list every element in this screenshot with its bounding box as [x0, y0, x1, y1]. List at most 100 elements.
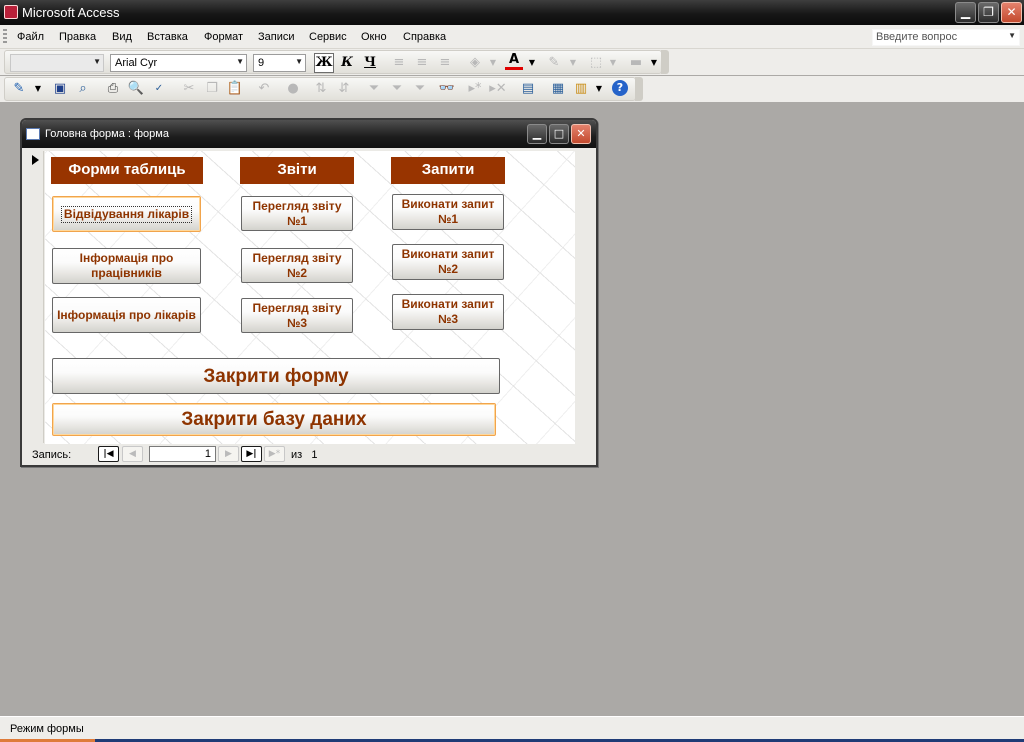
apply-filter-icon[interactable]: ⏷ [411, 80, 429, 98]
align-right-icon[interactable]: ≡ [436, 54, 454, 72]
report-1-button[interactable]: Перегляд звіту №1 [241, 196, 353, 231]
doctor-visits-button[interactable]: Відвідування лікарів [52, 196, 201, 232]
menu-insert[interactable]: Вставка [147, 31, 188, 43]
header-table-forms: Форми таблиць [51, 157, 203, 184]
form-title-bar: Головна форма : форма ▁ □ ✕ [22, 120, 596, 148]
sort-descending-icon[interactable]: ⇵ [335, 80, 353, 98]
font-color-icon[interactable]: A [505, 53, 523, 70]
chevron-down-icon[interactable]: ▼ [564, 54, 582, 72]
border-icon[interactable]: ⬚ [587, 54, 605, 72]
chevron-down-icon: ▼ [93, 57, 101, 66]
line-color-icon[interactable]: ✎ [545, 54, 563, 72]
find-icon[interactable]: 👓 [438, 80, 456, 98]
chevron-down-icon[interactable]: ▼ [29, 80, 47, 98]
italic-button[interactable]: К [338, 54, 356, 72]
menu-file[interactable]: Файл [17, 31, 44, 43]
menu-window[interactable]: Окно [361, 31, 387, 43]
database-window-icon[interactable]: ▦ [549, 80, 567, 98]
chevron-down-icon[interactable]: ▼ [590, 80, 608, 98]
font-size-combo[interactable]: 9 ▼ [253, 54, 306, 72]
insert-hyperlink-icon[interactable]: ● [284, 80, 302, 98]
first-record-button[interactable]: |◀ [98, 446, 119, 462]
access-key-icon[interactable] [4, 5, 18, 19]
toolbar-options-icon[interactable] [635, 77, 643, 101]
undo-icon[interactable]: ↶ [255, 80, 273, 98]
menu-edit[interactable]: Правка [59, 31, 96, 43]
last-record-button[interactable]: ▶| [241, 446, 262, 462]
minimize-icon: ▁ [532, 127, 542, 140]
align-center-icon[interactable]: ≡ [413, 54, 431, 72]
record-of-label: из 1 [291, 449, 318, 461]
minimize-button[interactable]: ▁ [955, 2, 976, 23]
save-icon[interactable]: ▣ [51, 80, 69, 98]
help-icon[interactable]: ? [612, 80, 628, 96]
new-record-button[interactable]: ▶* [264, 446, 285, 462]
next-record-button[interactable]: ▶ [218, 446, 239, 462]
chevron-down-icon[interactable]: ▼ [1008, 31, 1016, 40]
query-2-button[interactable]: Виконати запит №2 [392, 244, 504, 280]
object-combo[interactable]: ▼ [10, 54, 104, 72]
filter-by-form-icon[interactable]: ⏷ [388, 80, 406, 98]
close-button[interactable]: ✕ [1001, 2, 1022, 23]
close-icon: ✕ [1006, 5, 1017, 19]
doctor-info-button[interactable]: Інформація про лікарів [52, 297, 201, 333]
align-left-icon[interactable]: ≡ [390, 54, 408, 72]
fill-color-icon[interactable]: ◈ [466, 54, 484, 72]
properties-icon[interactable]: ▤ [519, 80, 537, 98]
bold-button[interactable]: Ж [314, 53, 334, 73]
maximize-icon: □ [553, 127, 565, 140]
restore-button[interactable]: ❐ [978, 2, 999, 23]
status-mode: Режим формы [10, 723, 84, 735]
menu-grip-icon[interactable] [3, 29, 7, 45]
of-word: из [291, 449, 303, 461]
new-object-icon[interactable]: ▥ [572, 80, 590, 98]
menu-format[interactable]: Формат [204, 31, 243, 43]
new-record-icon[interactable]: ▸* [466, 80, 484, 98]
query-3-button[interactable]: Виконати запит №3 [392, 294, 504, 330]
menu-tools[interactable]: Сервис [309, 31, 347, 43]
toolbar-options-icon[interactable] [661, 50, 669, 74]
form-view-toolbar: ✎ ▼ ▣ ⌕ ⎙ 🔍 ✓ ✂ ❐ 📋 ↶ ● ⇅ ⇵ ⏷ ⏷ ⏷ 👓 ▸* ▸… [0, 76, 1024, 102]
report-3-button[interactable]: Перегляд звіту №3 [241, 298, 353, 333]
copy-icon[interactable]: ❐ [203, 80, 221, 98]
sort-ascending-icon[interactable]: ⇅ [312, 80, 330, 98]
app-title: Microsoft Access [22, 5, 120, 20]
menu-records[interactable]: Записи [258, 31, 295, 43]
view-icon[interactable]: ✎ [10, 80, 28, 98]
next-record-icon: ▶ [225, 449, 232, 459]
form-minimize-button[interactable]: ▁ [527, 124, 547, 144]
chevron-down-icon[interactable]: ▼ [604, 54, 622, 72]
help-question-box[interactable]: Введите вопрос ▼ [872, 29, 1020, 46]
record-selector[interactable] [28, 151, 44, 443]
close-database-button[interactable]: Закрити базу даних [52, 403, 496, 436]
spelling-icon[interactable]: ✓ [150, 80, 168, 98]
formatting-toolbar: ▼ Arial Cyr ▼ 9 ▼ Ж К Ч ≡ ≡ ≡ ◈ ▼ A ▼ ✎ … [0, 49, 1024, 121]
font-name-combo[interactable]: Arial Cyr ▼ [110, 54, 247, 72]
chevron-down-icon[interactable]: ▼ [523, 54, 541, 72]
previous-record-button[interactable]: ◀ [122, 446, 143, 462]
menu-view[interactable]: Вид [112, 31, 132, 43]
form-icon[interactable] [26, 128, 40, 140]
report-2-button[interactable]: Перегляд звіту №2 [241, 248, 353, 283]
chevron-down-icon: ▼ [236, 57, 244, 66]
menu-help[interactable]: Справка [403, 31, 446, 43]
line-width-icon[interactable]: ▬ [627, 54, 645, 72]
query-1-button[interactable]: Виконати запит №1 [392, 194, 504, 230]
print-preview-icon[interactable]: 🔍 [127, 80, 145, 98]
file-search-icon[interactable]: ⌕ [74, 80, 92, 98]
close-form-button[interactable]: Закрити форму [52, 358, 500, 394]
filter-by-selection-icon[interactable]: ⏷ [365, 80, 383, 98]
form-detail-section: Форми таблиць Звіти Запити Відвідування … [45, 151, 575, 444]
underline-button[interactable]: Ч [361, 54, 379, 72]
form-close-button[interactable]: ✕ [571, 124, 591, 144]
current-record-field[interactable]: 1 [149, 446, 216, 462]
paste-icon[interactable]: 📋 [226, 80, 244, 98]
chevron-down-icon[interactable]: ▼ [484, 54, 502, 72]
print-icon[interactable]: ⎙ [104, 80, 122, 98]
font-size-value: 9 [258, 57, 265, 69]
current-record-icon [32, 155, 39, 165]
delete-record-icon[interactable]: ▸✕ [489, 80, 507, 98]
form-maximize-button[interactable]: □ [549, 124, 569, 144]
cut-icon[interactable]: ✂ [180, 80, 198, 98]
employee-info-button[interactable]: Інформація про працівників [52, 248, 201, 284]
